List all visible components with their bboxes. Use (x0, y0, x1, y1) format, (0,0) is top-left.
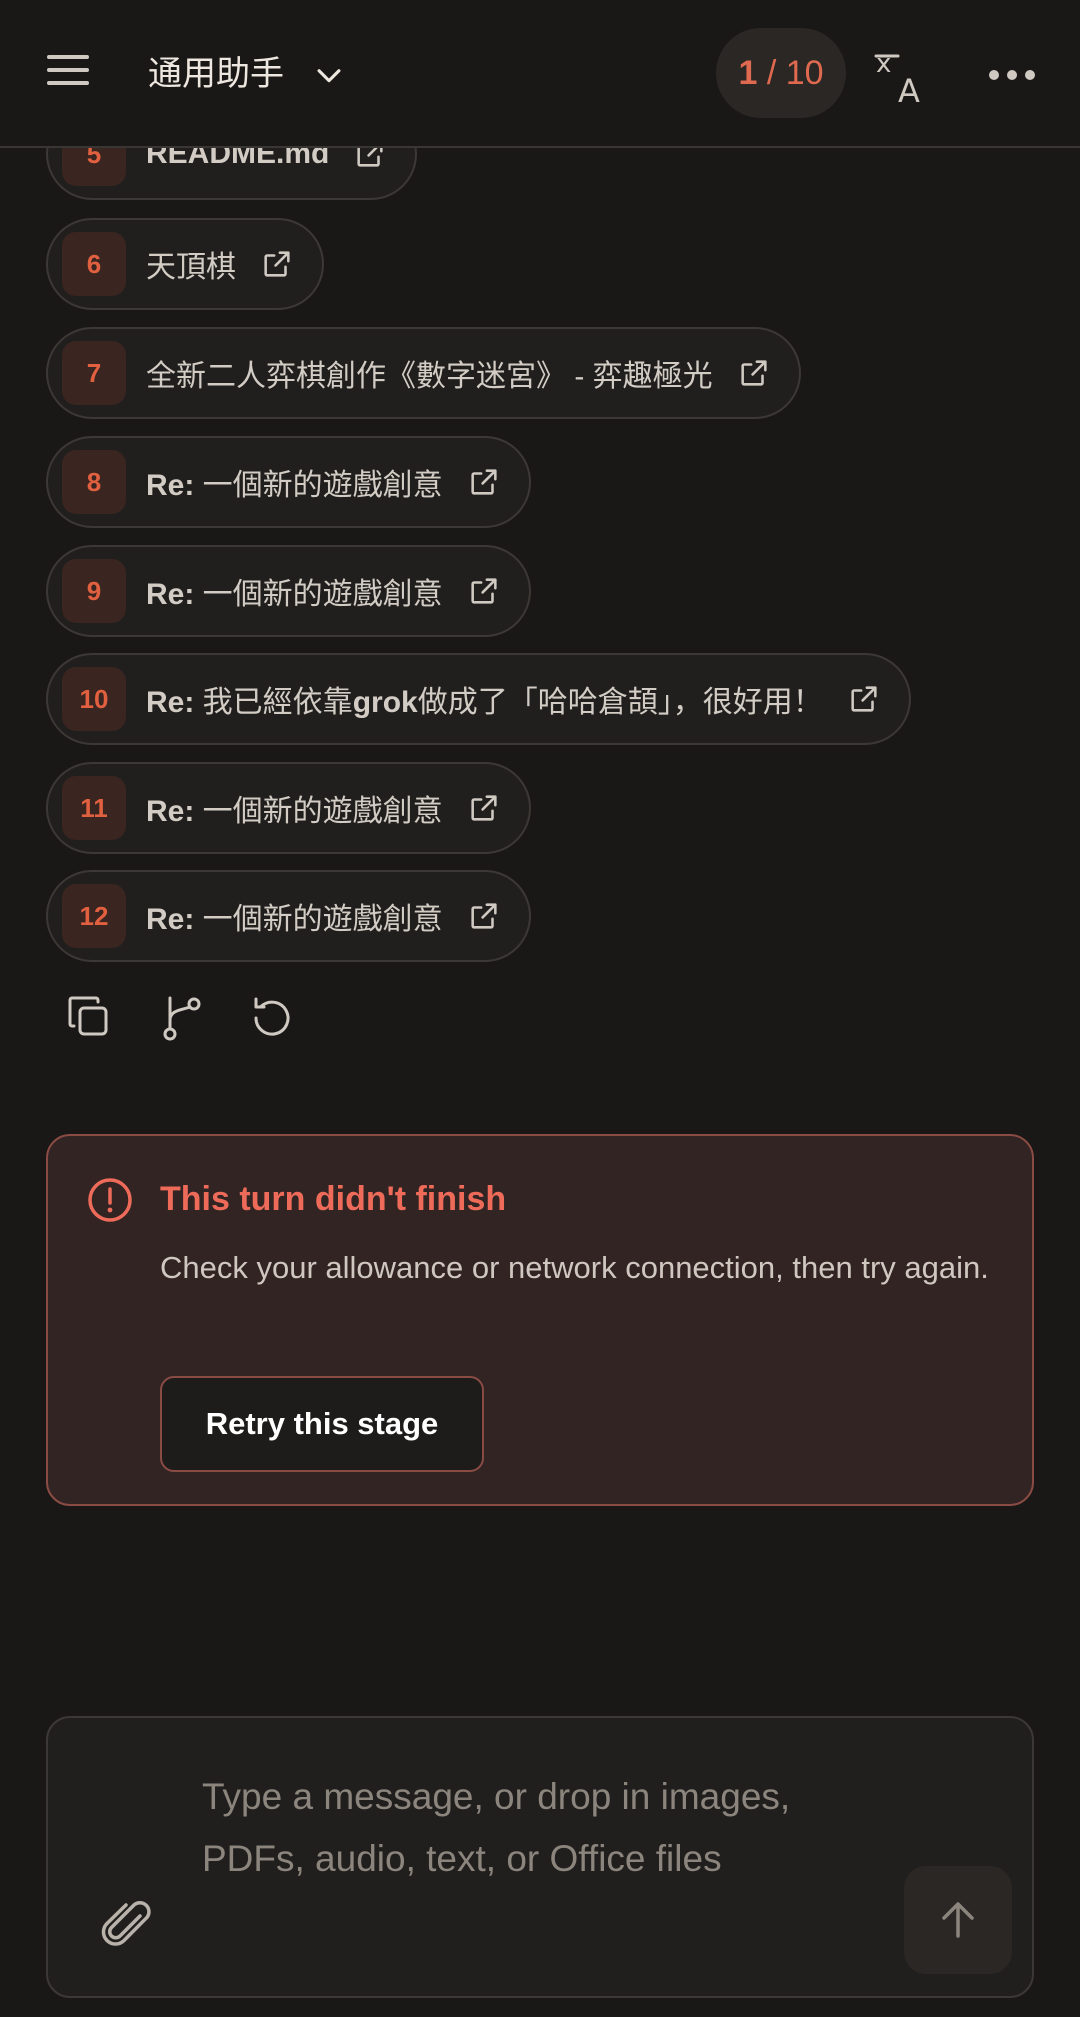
source-number: 9 (62, 559, 126, 623)
external-link-icon (471, 903, 497, 929)
top-bar: 通用助手 1 / 10 x A (0, 0, 1080, 148)
source-chip[interactable]: 9 Re: 一個新的遊戲創意 (46, 545, 531, 637)
source-number: 8 (62, 450, 126, 514)
source-title: Re: 我已經依靠grok做成了「哈哈倉頡」，很好用！ (146, 686, 823, 719)
paperclip-icon[interactable] (98, 1896, 158, 1956)
branch-icon[interactable] (154, 990, 210, 1046)
retry-button[interactable]: Retry this stage (160, 1376, 484, 1472)
error-message: Check your allowance or network connecti… (160, 1250, 989, 1285)
translate-icon[interactable]: x A (874, 46, 934, 106)
message-input[interactable]: Type a message, or drop in images, PDFs,… (202, 1766, 902, 1890)
regenerate-icon[interactable] (244, 990, 300, 1046)
source-chip[interactable]: 6 天頂棋 (46, 218, 324, 310)
source-number: 6 (62, 232, 126, 296)
source-chip[interactable]: 7 全新二人弈棋創作《數字迷宮》 - 弈趣極光 (46, 327, 801, 419)
page-counter[interactable]: 1 / 10 (716, 28, 846, 118)
assistant-selector[interactable]: 通用助手 (148, 46, 284, 102)
source-number: 7 (62, 341, 126, 405)
counter-total: 10 (785, 54, 824, 92)
source-number: 10 (62, 667, 126, 731)
external-link-icon (851, 686, 877, 712)
external-link-icon (471, 795, 497, 821)
svg-text:A: A (898, 72, 920, 106)
source-chip[interactable]: 10 Re: 我已經依靠grok做成了「哈哈倉頡」，很好用！ (46, 653, 911, 745)
source-chip[interactable]: 11 Re: 一個新的遊戲創意 (46, 762, 531, 854)
menu-button[interactable] (40, 48, 96, 98)
arrow-up-icon (942, 1902, 974, 1938)
external-link-icon (471, 469, 497, 495)
counter-separator: / (757, 54, 786, 92)
more-horizontal-icon[interactable] (980, 50, 1044, 100)
error-title: This turn didn't finish (160, 1180, 507, 1218)
source-chip[interactable]: 12 Re: 一個新的遊戲創意 (46, 870, 531, 962)
external-link-icon (741, 360, 767, 386)
source-chip[interactable]: 8 Re: 一個新的遊戲創意 (46, 436, 531, 528)
message-composer[interactable]: Type a message, or drop in images, PDFs,… (46, 1716, 1034, 1998)
external-link-icon (471, 578, 497, 604)
error-card: This turn didn't finish Check your allow… (46, 1134, 1034, 1506)
svg-text:x: x (876, 49, 891, 79)
hamburger-icon (40, 55, 96, 85)
source-title: 全新二人弈棋創作《數字迷宮》 - 弈趣極光 (146, 360, 713, 393)
source-number: 11 (62, 776, 126, 840)
copy-icon[interactable] (62, 990, 118, 1046)
send-button[interactable] (904, 1866, 1012, 1974)
source-title: Re: 一個新的遊戲創意 (146, 903, 443, 936)
counter-current: 1 (738, 54, 758, 92)
assistant-title: 通用助手 (148, 55, 284, 93)
source-number: 12 (62, 884, 126, 948)
source-title: Re: 一個新的遊戲創意 (146, 578, 443, 611)
source-title: Re: 一個新的遊戲創意 (146, 469, 443, 502)
chat-page: 通用助手 1 / 10 x A 5 README.md 6 天頂棋 7 全新二人… (0, 0, 1080, 2017)
chevron-down-icon[interactable] (312, 58, 346, 92)
external-link-icon (264, 251, 290, 277)
source-title: 天頂棋 (146, 251, 236, 284)
alert-circle-icon (88, 1178, 132, 1222)
source-title: Re: 一個新的遊戲創意 (146, 795, 443, 828)
